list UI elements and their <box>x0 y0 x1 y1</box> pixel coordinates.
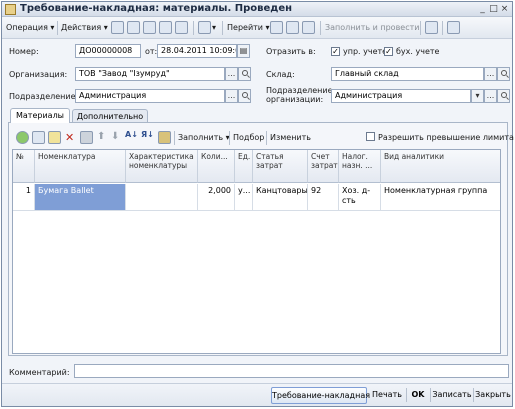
change-button[interactable]: Изменить <box>270 133 311 142</box>
number-field[interactable]: ДО00000008 <box>75 44 141 58</box>
col-char-header[interactable]: Характеристика номенклатуры <box>126 150 198 183</box>
currency-icon[interactable] <box>425 21 438 34</box>
close-button[interactable]: Закрыть <box>475 387 511 404</box>
cell-cost-type[interactable]: Канцтовары <box>253 184 308 211</box>
date-label: от: <box>145 47 158 56</box>
move-down-icon[interactable]: ⬇ <box>111 131 119 142</box>
window-title: Требование-накладная: материалы. Проведе… <box>20 3 293 14</box>
org-department-field[interactable]: Администрация <box>331 89 471 103</box>
col-item-header[interactable]: Номенклатура <box>35 150 126 183</box>
department-search-icon[interactable] <box>238 89 251 103</box>
organization-select-button[interactable]: ... <box>225 67 238 81</box>
col-num-header[interactable]: № <box>13 150 35 183</box>
cell-unit[interactable]: у... <box>235 184 253 211</box>
close-icon[interactable]: × <box>500 5 509 14</box>
tab-additional[interactable]: Дополнительно <box>72 109 148 122</box>
sort-desc-icon[interactable]: Я↓ <box>141 130 154 139</box>
department-select-button[interactable]: ... <box>225 89 238 103</box>
end-editing-icon[interactable] <box>80 131 93 144</box>
col-analytics-header[interactable]: Вид аналитики <box>381 150 500 183</box>
warehouse-select-button[interactable]: ... <box>484 67 497 81</box>
structure-icon[interactable] <box>175 21 188 34</box>
print-icon[interactable] <box>286 21 299 34</box>
cell-num[interactable]: 1 <box>13 184 35 211</box>
materials-table: № Номенклатура Характеристика номенклату… <box>12 149 501 354</box>
document-icon <box>5 4 16 15</box>
copy-document-icon[interactable] <box>143 21 156 34</box>
mgmt-accounting-checkbox[interactable]: ✓ <box>331 47 340 56</box>
bottom-bar: Требование-накладная Печать OK Записать … <box>2 383 512 406</box>
number-label: Номер: <box>9 47 39 56</box>
sort-asc-icon[interactable]: A↓ <box>125 130 138 139</box>
document-window: Требование-накладная: материалы. Проведе… <box>1 1 514 407</box>
allow-excess-label: Разрешить превышение лимита <box>378 133 514 142</box>
actions-menu[interactable]: Действия ▾ <box>61 21 108 35</box>
org-department-label-line1: Подразделение <box>266 86 333 95</box>
move-up-icon[interactable]: ⬆ <box>97 131 105 142</box>
requisition-invoice-button[interactable]: Требование-накладная <box>271 387 370 404</box>
operation-menu[interactable]: Операция ▾ <box>6 21 54 35</box>
post-document-icon[interactable] <box>111 21 124 34</box>
based-on-dropdown[interactable]: ▾ <box>212 21 216 35</box>
report-icon[interactable] <box>302 21 315 34</box>
main-toolbar: Операция ▾ Действия ▾ ▾ Перейти ▾ Заполн… <box>2 17 512 39</box>
fill-and-post-button[interactable]: Заполнить и провести <box>325 21 419 35</box>
department-field[interactable]: Администрация <box>75 89 225 103</box>
cell-qty[interactable]: 2,000 <box>198 184 235 211</box>
allow-excess-checkbox[interactable] <box>366 132 375 141</box>
cell-char[interactable] <box>126 184 198 211</box>
comment-label: Комментарий: <box>9 368 70 377</box>
edit-row-icon[interactable] <box>48 131 61 144</box>
warehouse-field[interactable]: Главный склад <box>331 67 484 81</box>
filter-icon[interactable] <box>447 21 460 34</box>
selection-button[interactable]: Подбор <box>233 133 264 142</box>
table-settings-icon[interactable] <box>158 131 171 144</box>
cell-item[interactable]: Бумага Ballet <box>35 184 126 211</box>
goto-menu[interactable]: Перейти ▾ <box>227 21 270 35</box>
warehouse-label: Склад: <box>266 70 295 79</box>
col-qty-header[interactable]: Коли... <box>198 150 235 183</box>
cell-cost-account[interactable]: 92 <box>308 184 339 211</box>
unpost-document-icon[interactable] <box>127 21 140 34</box>
department-label: Подразделение: <box>9 92 79 101</box>
save-button[interactable]: Записать <box>432 387 472 404</box>
col-unit-header[interactable]: Ед. <box>235 150 253 183</box>
org-department-dropdown-icon[interactable]: ▾ <box>471 89 484 103</box>
copy-row-icon[interactable] <box>32 131 45 144</box>
col-tax-purpose-header[interactable]: Налог. назн. ... <box>339 150 381 183</box>
print-button[interactable]: Печать <box>369 387 405 404</box>
based-on-icon[interactable] <box>198 21 211 34</box>
comment-field[interactable] <box>74 364 509 378</box>
reflect-label: Отразить в: <box>266 47 316 56</box>
maximize-icon[interactable]: □ <box>489 5 498 14</box>
refresh-icon[interactable] <box>159 21 172 34</box>
minimize-icon[interactable]: _ <box>478 5 487 14</box>
movements-icon[interactable] <box>270 21 283 34</box>
org-department-select-button[interactable]: ... <box>484 89 497 103</box>
delete-row-icon[interactable]: ✕ <box>65 131 74 144</box>
title-bar: Требование-накладная: материалы. Проведе… <box>2 2 512 17</box>
accounting-checkbox[interactable]: ✓ <box>384 47 393 56</box>
organization-search-icon[interactable] <box>238 67 251 81</box>
calendar-icon[interactable]: ▤ <box>237 44 250 58</box>
cell-analytics[interactable]: Номенклатурная группа <box>381 184 500 211</box>
cell-tax-purpose[interactable]: Хоз. д-сть <box>339 184 381 211</box>
accounting-label: бух. учете <box>396 47 440 56</box>
date-field[interactable]: 28.04.2011 10:09:00 <box>157 44 237 58</box>
tab-materials[interactable]: Материалы <box>10 108 70 123</box>
mgmt-accounting-label: упр. учете <box>343 47 388 56</box>
warehouse-search-icon[interactable] <box>497 67 510 81</box>
org-department-search-icon[interactable] <box>497 89 510 103</box>
ok-button[interactable]: OK <box>408 387 428 404</box>
col-cost-type-header[interactable]: Статья затрат <box>253 150 308 183</box>
organization-label: Организация: <box>9 70 68 79</box>
organization-field[interactable]: ТОВ "Завод "Ізумруд" <box>75 67 225 81</box>
org-department-label-line2: организации: <box>266 95 324 104</box>
fill-menu[interactable]: Заполнить ▾ <box>178 133 230 142</box>
add-row-icon[interactable] <box>16 131 29 144</box>
col-cost-account-header[interactable]: Счет затрат <box>308 150 339 183</box>
